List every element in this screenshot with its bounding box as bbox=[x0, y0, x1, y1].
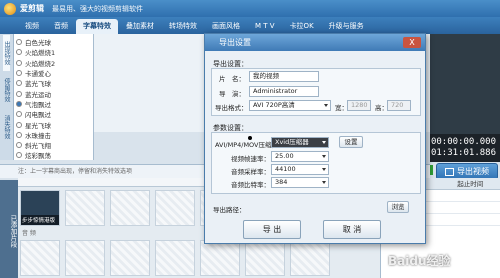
radio-icon bbox=[16, 142, 22, 149]
dialog-title: 导出设置 X bbox=[205, 34, 425, 51]
list-item[interactable]: 卡通爱心 bbox=[16, 68, 91, 78]
list-item[interactable]: 炫彩飘荡 bbox=[16, 150, 91, 160]
samplerate-label: 音频采样率： bbox=[231, 168, 270, 176]
list-item[interactable]: 白色光球 bbox=[16, 37, 91, 47]
chevron-down-icon bbox=[322, 181, 326, 184]
name-label: 片 名： bbox=[219, 75, 245, 83]
current-time: 00:00:00.000 bbox=[430, 137, 496, 147]
list-item[interactable]: 火焰燃烧1 bbox=[16, 47, 91, 57]
radio-icon bbox=[16, 90, 22, 97]
list-item[interactable]: 星光飞球 bbox=[16, 119, 91, 130]
tab-audio[interactable]: 音频 bbox=[47, 19, 75, 34]
video-clip[interactable]: 步步惊情港版 bbox=[20, 190, 60, 226]
audio-track bbox=[18, 238, 380, 278]
watermark: Baidu经验 bbox=[388, 254, 451, 268]
video-preview bbox=[430, 34, 500, 134]
list-item[interactable]: 闪电飘过 bbox=[16, 109, 91, 119]
empty-audio-slot[interactable] bbox=[65, 240, 105, 276]
empty-clip-slot[interactable] bbox=[65, 190, 105, 226]
radio-icon bbox=[16, 111, 22, 118]
samplerate-select[interactable]: 44100 bbox=[271, 164, 329, 175]
radio-icon bbox=[16, 49, 22, 56]
bitrate-label: 音频比特率： bbox=[231, 181, 270, 189]
tab-subtitle-effects[interactable]: 字幕特效 bbox=[76, 19, 118, 34]
tab-mtv[interactable]: M T V bbox=[248, 19, 282, 34]
cancel-button[interactable]: 取 消 bbox=[323, 220, 381, 239]
tab-upgrade[interactable]: 升级与服务 bbox=[322, 19, 371, 34]
codec-select[interactable]: Xvid压缩器 bbox=[271, 137, 329, 148]
empty-clip-slot[interactable] bbox=[110, 190, 150, 226]
chevron-down-icon bbox=[322, 168, 326, 171]
category-appear[interactable]: 出现特效 bbox=[3, 35, 10, 71]
empty-audio-slot[interactable] bbox=[200, 240, 240, 276]
column-header: 起止时间 bbox=[457, 180, 484, 188]
effect-list: 白色光球 火焰燃烧1 火焰燃烧2 卡通爱心 蓝光飞球 蓝光运动 气泡飘过 闪电飘… bbox=[14, 34, 94, 160]
chevron-down-icon bbox=[322, 155, 326, 158]
tab-video[interactable]: 视频 bbox=[18, 19, 46, 34]
effect-category-strip: 出现特效 停留特效 消失特效 bbox=[0, 34, 14, 160]
radio-icon bbox=[16, 131, 22, 138]
category-disappear[interactable]: 消失特效 bbox=[3, 109, 10, 145]
radio-icon bbox=[16, 100, 22, 107]
author-label: 导 演： bbox=[219, 90, 245, 98]
fps-select[interactable]: 25.00 bbox=[271, 151, 329, 162]
browse-button[interactable]: 浏览 bbox=[387, 201, 409, 213]
app-tagline: 最易用、强大的视频剪辑软件 bbox=[52, 4, 143, 13]
radio-icon bbox=[16, 70, 22, 77]
height-input[interactable]: 720 bbox=[387, 100, 411, 111]
fps-label: 视频帧速率： bbox=[231, 155, 270, 163]
chevron-down-icon bbox=[322, 141, 326, 144]
tab-transitions[interactable]: 转场特效 bbox=[162, 19, 204, 34]
radio-icon bbox=[16, 121, 22, 128]
title-input[interactable]: 我的视频 bbox=[249, 71, 319, 82]
added-clips-label: 已添加片段 bbox=[0, 180, 18, 278]
format-select[interactable]: AVI 720P高清 bbox=[249, 100, 331, 111]
chevron-down-icon bbox=[324, 104, 328, 107]
export-button[interactable]: 导 出 bbox=[243, 220, 301, 239]
empty-audio-slot[interactable] bbox=[245, 240, 285, 276]
clip-label: 步步惊情港版 bbox=[21, 215, 59, 225]
close-icon[interactable]: X bbox=[403, 37, 421, 48]
film-icon bbox=[445, 167, 454, 176]
mouse-cursor bbox=[248, 136, 252, 140]
radio-icon bbox=[16, 80, 22, 87]
tab-styles[interactable]: 画面风格 bbox=[205, 19, 247, 34]
bitrate-select[interactable]: 384 bbox=[271, 177, 329, 188]
empty-clip-slot[interactable] bbox=[155, 190, 195, 226]
list-item[interactable]: 水珠撞击 bbox=[16, 130, 91, 140]
timecode-display: 00:00:00.000 01:31:01.886 bbox=[430, 134, 500, 162]
app-logo-icon bbox=[4, 2, 16, 15]
radio-icon bbox=[16, 39, 22, 46]
export-settings-dialog: 导出设置 X 导出设置： 片 名： 我的视频 导 演： Administrato… bbox=[204, 33, 426, 244]
total-time: 01:31:01.886 bbox=[430, 148, 496, 158]
empty-audio-slot[interactable] bbox=[110, 240, 150, 276]
format-label: 导出格式： bbox=[215, 104, 248, 112]
radio-icon bbox=[16, 59, 22, 66]
author-input[interactable]: Administrator bbox=[249, 86, 319, 97]
tab-karaoke[interactable]: 卡拉OK bbox=[283, 19, 321, 34]
tab-overlay[interactable]: 叠加素材 bbox=[119, 19, 161, 34]
empty-audio-slot[interactable] bbox=[20, 240, 60, 276]
list-item[interactable]: 气泡飘过 bbox=[16, 99, 91, 109]
path-label: 导出路径： bbox=[213, 206, 246, 214]
list-item[interactable]: 火焰燃烧2 bbox=[16, 58, 91, 68]
width-input[interactable]: 1280 bbox=[347, 100, 371, 111]
app-title: 爱剪辑 bbox=[20, 4, 44, 13]
empty-audio-slot[interactable] bbox=[155, 240, 195, 276]
codec-settings-button[interactable]: 设置 bbox=[339, 136, 363, 148]
title-bar: 爱剪辑 最易用、强大的视频剪辑软件 bbox=[0, 0, 500, 17]
main-tabs: 视频 音频 字幕特效 叠加素材 转场特效 画面风格 M T V 卡拉OK 升级与… bbox=[0, 17, 500, 34]
list-item[interactable]: 蓝光运动 bbox=[16, 88, 91, 99]
empty-audio-slot[interactable] bbox=[290, 240, 330, 276]
list-item[interactable]: 蓝光飞球 bbox=[16, 78, 91, 88]
radio-icon bbox=[16, 152, 22, 159]
category-stay[interactable]: 停留特效 bbox=[3, 72, 10, 108]
list-item[interactable]: 斜光飞翔 bbox=[16, 140, 91, 150]
